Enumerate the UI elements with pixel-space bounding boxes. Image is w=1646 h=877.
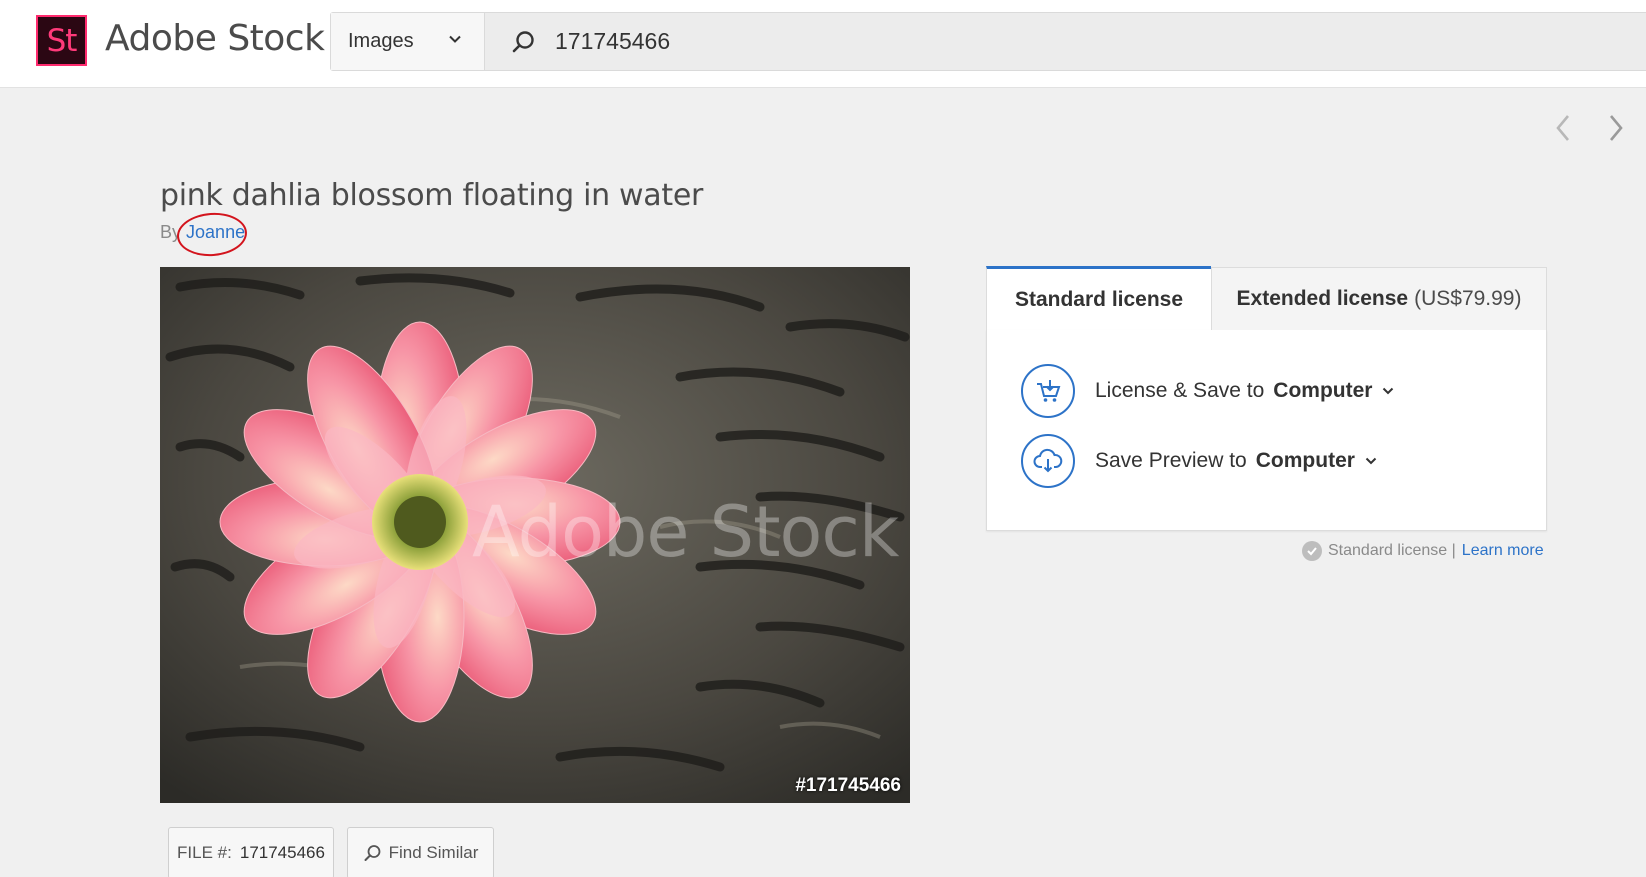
adobe-stock-logo[interactable]: St: [36, 15, 87, 66]
author-link[interactable]: Joanne: [186, 222, 245, 242]
watermark-text: Adobe Stock: [472, 491, 899, 573]
checkmark-icon: [1302, 541, 1322, 561]
find-similar-button[interactable]: Find Similar: [347, 827, 494, 877]
save-preview-label: Save Preview to: [1095, 449, 1247, 472]
license-save-label: License & Save to: [1095, 379, 1265, 402]
license-save-action[interactable]: License & Save to Computer: [1021, 363, 1394, 419]
byline: By Joanne: [160, 222, 245, 243]
standard-license-note-text: Standard license |: [1328, 542, 1456, 559]
search-icon: [364, 845, 381, 861]
save-preview-destination[interactable]: Computer: [1256, 449, 1355, 473]
extended-license-label: Extended license: [1236, 287, 1409, 310]
brand-name[interactable]: Adobe Stock: [105, 18, 325, 59]
by-label: By: [160, 222, 182, 242]
cloud-download-icon: [1021, 434, 1075, 488]
page-title: pink dahlia blossom floating in water: [160, 178, 704, 213]
file-number-label: FILE #:: [177, 843, 232, 862]
chevron-down-icon[interactable]: [1382, 385, 1394, 397]
find-similar-label: Find Similar: [388, 843, 479, 862]
preview-image[interactable]: Adobe Stock #171745466: [160, 267, 910, 803]
license-panel: License & Save to Computer Save Preview …: [986, 330, 1547, 531]
previous-arrow-icon[interactable]: [1553, 112, 1573, 144]
cart-download-icon: [1021, 364, 1075, 418]
image-id-overlay: #171745466: [795, 775, 901, 796]
license-save-destination[interactable]: Computer: [1273, 379, 1372, 403]
tab-standard-license[interactable]: Standard license: [986, 266, 1211, 330]
file-number-value: 171745466: [239, 843, 325, 862]
search-type-label: Images: [348, 30, 414, 52]
top-header: St Adobe Stock Images 171745466: [0, 0, 1646, 88]
next-arrow-icon[interactable]: [1606, 112, 1626, 144]
search-type-dropdown[interactable]: Images: [331, 13, 485, 70]
chevron-down-icon[interactable]: [1365, 455, 1377, 467]
file-number-button[interactable]: FILE #: 171745466: [168, 827, 334, 877]
learn-more-link[interactable]: Learn more: [1462, 542, 1544, 560]
search-input[interactable]: 171745466: [555, 28, 670, 55]
tab-extended-license[interactable]: Extended license (US$79.99): [1211, 267, 1547, 330]
search-bar: Images 171745466: [330, 12, 1646, 71]
search-icon[interactable]: [511, 29, 537, 55]
save-preview-action[interactable]: Save Preview to Computer: [1021, 433, 1377, 489]
standard-license-note: Standard license | Learn more: [1302, 541, 1544, 561]
extended-license-price: (US$79.99): [1414, 287, 1522, 310]
chevron-down-icon: [449, 35, 461, 43]
